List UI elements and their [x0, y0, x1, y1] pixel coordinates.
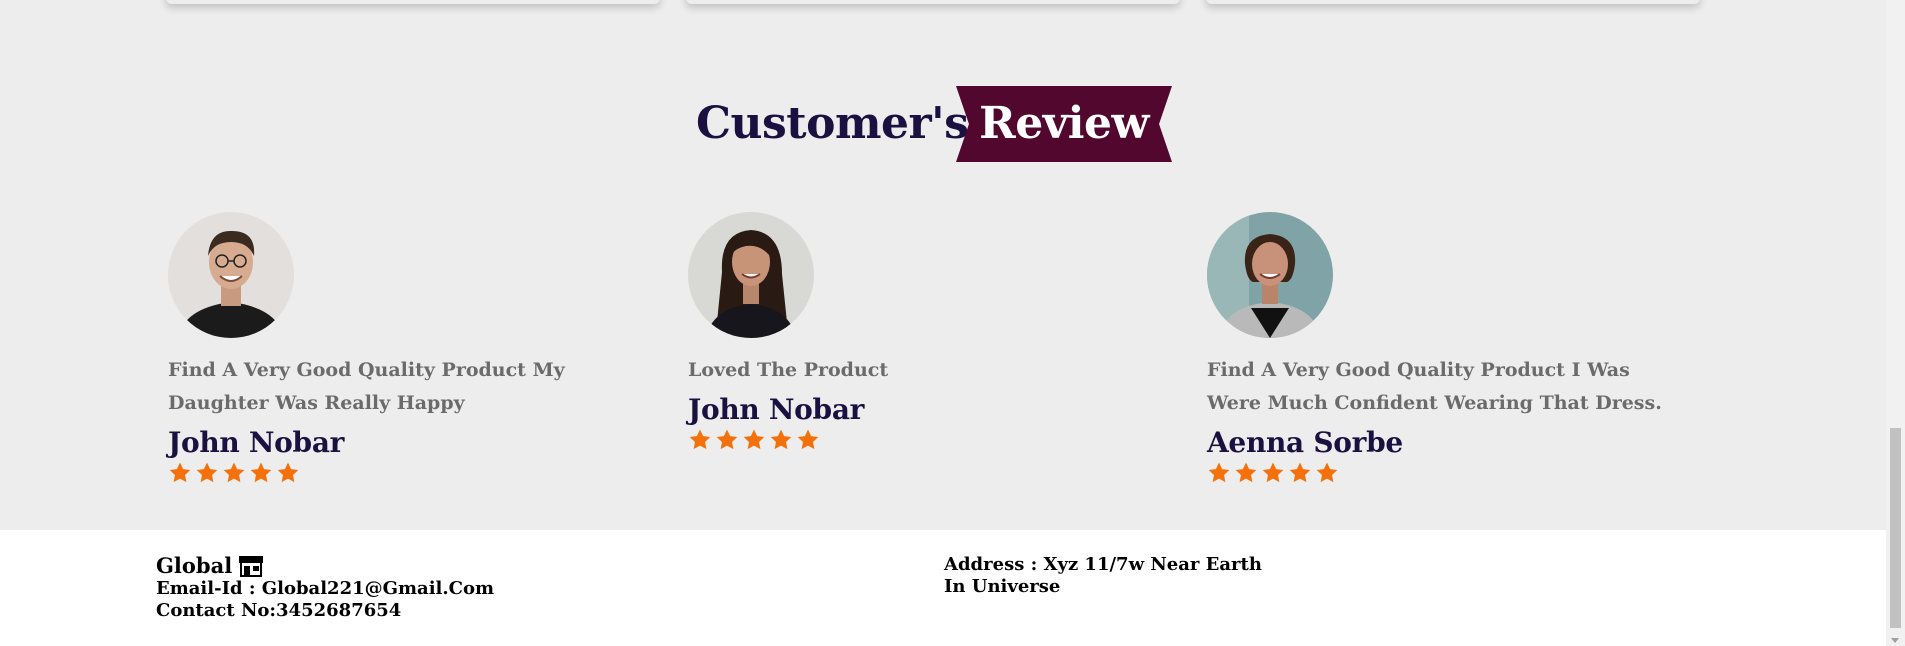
review-text: Find A Very Good Quality Product I Was W…: [1207, 359, 1662, 414]
footer-phone: Contact No:3452687654: [156, 600, 402, 621]
star-icon: [1289, 462, 1311, 483]
product-card-edge: [686, 0, 1180, 4]
footer-contact: Global Email-Id : Global221@Gmail.Com Co…: [156, 554, 494, 622]
star-icon: [1316, 462, 1338, 483]
star-icon: [689, 429, 711, 450]
section-title-right: Review: [979, 98, 1149, 149]
reviewer-name: Aenna Sorbe: [1207, 426, 1403, 459]
review-card: Loved The Product John Nobar: [688, 212, 1158, 452]
avatar: [1207, 212, 1333, 338]
star-icon: [169, 462, 191, 483]
footer-brand[interactable]: Global: [156, 554, 494, 578]
reviewer-name: John Nobar: [168, 426, 345, 459]
star-icon: [770, 429, 792, 450]
reviewer-name: John Nobar: [688, 393, 865, 426]
star-icon: [250, 462, 272, 483]
review-text: Find A Very Good Quality Product My Daug…: [168, 359, 565, 414]
review-card: Find A Very Good Quality Product I Was W…: [1207, 212, 1677, 485]
scrollbar-thumb[interactable]: [1890, 428, 1901, 628]
review-card: Find A Very Good Quality Product My Daug…: [168, 212, 638, 485]
star-icon: [797, 429, 819, 450]
footer: Global Email-Id : Global221@Gmail.Com Co…: [0, 530, 1905, 646]
avatar: [168, 212, 294, 338]
star-icon: [743, 429, 765, 450]
star-rating: [168, 461, 638, 485]
brand-name: Global: [156, 553, 233, 578]
scroll-down-icon[interactable]: [1891, 638, 1899, 643]
section-title: Customer's Review: [0, 86, 1905, 162]
product-card-edge: [166, 0, 660, 4]
star-icon: [223, 462, 245, 483]
product-cards-bottom-edges: [0, 0, 1905, 10]
star-icon: [1208, 462, 1230, 483]
footer-email: Email-Id : Global221@Gmail.Com: [156, 578, 495, 599]
section-title-left: Customer's: [696, 98, 969, 149]
store-icon: [239, 556, 264, 577]
vertical-scrollbar[interactable]: [1886, 0, 1905, 646]
product-card-edge: [1206, 0, 1700, 4]
footer-address: Address : Xyz 11/7w Near Earth In Univer…: [944, 554, 1262, 597]
star-rating: [1207, 461, 1677, 485]
star-icon: [1235, 462, 1257, 483]
star-icon: [716, 429, 738, 450]
star-icon: [1262, 462, 1284, 483]
star-icon: [277, 462, 299, 483]
star-icon: [196, 462, 218, 483]
review-text: Loved The Product: [688, 359, 889, 381]
star-rating: [688, 428, 1158, 452]
avatar: [688, 212, 814, 338]
